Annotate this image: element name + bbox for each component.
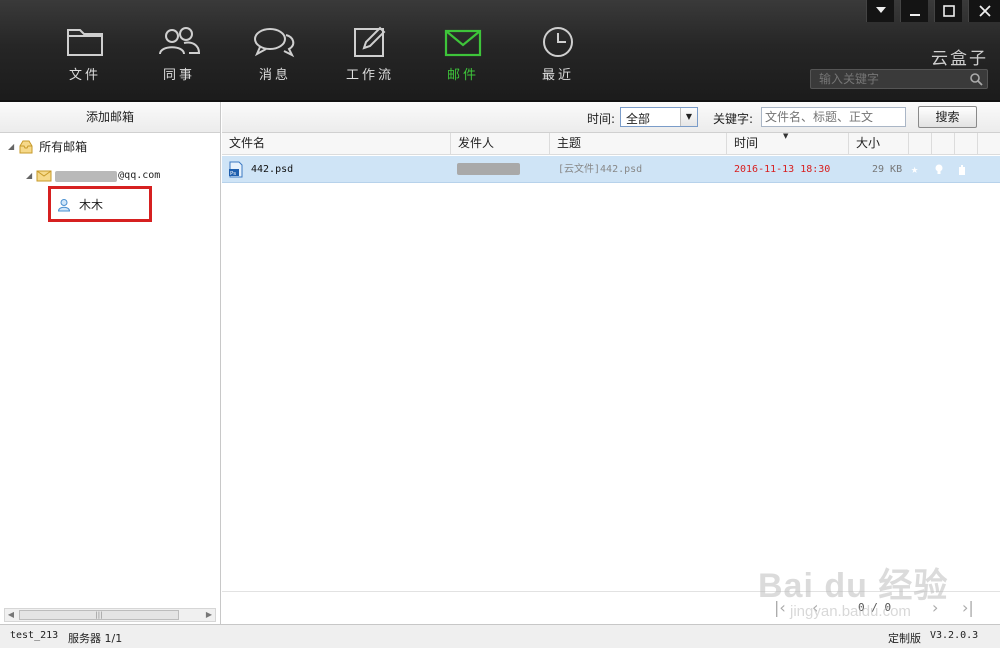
contacts-icon: [159, 27, 201, 55]
nav-messages[interactable]: 消息: [235, 26, 315, 83]
col-size[interactable]: 大小: [849, 133, 909, 154]
keyword-label: 关键字:: [713, 112, 754, 126]
time-filter-label: 时间:: [587, 112, 616, 126]
scroll-thumb[interactable]: |||: [19, 610, 179, 620]
nav-recent-label: 最近: [541, 68, 574, 83]
col-time: 时间: [734, 136, 759, 150]
mail-icon: [444, 29, 482, 57]
nav-recent[interactable]: 最近: [518, 26, 598, 83]
sidebar-horizontal-scrollbar[interactable]: ◀ ||| ▶: [4, 608, 216, 622]
watermark-logo: Bai du 经验: [758, 567, 949, 605]
col-flag[interactable]: [932, 133, 955, 154]
attachment-icon[interactable]: [958, 164, 966, 176]
window-menu-button[interactable]: [866, 0, 894, 22]
nav-workflow[interactable]: 工作流: [330, 26, 410, 83]
maximize-button[interactable]: [934, 0, 962, 22]
row-time: 2016-11-13 18:30: [734, 164, 831, 175]
nav-colleagues-label: 同事: [162, 68, 195, 83]
scroll-right-arrow-icon[interactable]: ▶: [203, 609, 215, 621]
scroll-left-arrow-icon[interactable]: ◀: [5, 609, 17, 621]
sidebar: 添加邮箱 ◢ 所有邮箱 ◢ @qq.com 木木 ◀ ||| ▶: [0, 102, 221, 624]
col-filename[interactable]: 文件名: [222, 133, 451, 154]
time-filter-value: 全部: [626, 112, 651, 126]
expand-triangle-icon[interactable]: ◢: [26, 166, 32, 186]
nav-workflow-label: 工作流: [345, 68, 394, 83]
row-size: 29 KB: [872, 164, 903, 175]
col-attach[interactable]: [955, 133, 978, 154]
close-icon: [978, 5, 991, 17]
brand-logo: 云盒子: [931, 49, 988, 69]
top-toolbar: 文件 同事 消息 工作流 邮件 最近 云盒子: [0, 0, 1000, 102]
chat-icon: [254, 28, 295, 58]
sort-desc-icon: ▼: [783, 132, 789, 140]
status-user: test_213: [10, 630, 59, 641]
clock-icon: [543, 27, 573, 57]
nav-files-label: 文件: [68, 68, 101, 83]
nav-files[interactable]: 文件: [45, 26, 125, 83]
tree-account[interactable]: ◢ @qq.com: [26, 166, 160, 186]
highlight-annotation-box: [48, 186, 152, 222]
nav-colleagues[interactable]: 同事: [139, 26, 219, 83]
search-icon[interactable]: [969, 72, 983, 86]
table-row[interactable]: Ps 442.psd [云文件]442.psd 2016-11-13 18:30…: [222, 156, 1000, 183]
top-search-input[interactable]: [811, 70, 961, 88]
minimize-icon: [909, 14, 920, 16]
tree-all-mailboxes[interactable]: ◢ 所有邮箱: [8, 137, 87, 157]
dropdown-arrow-icon[interactable]: ▼: [680, 108, 697, 126]
row-subject: [云文件]442.psd: [558, 164, 643, 175]
top-search-box[interactable]: [810, 69, 988, 89]
edit-icon: [354, 26, 386, 57]
search-button[interactable]: 搜索: [918, 106, 977, 128]
col-sender[interactable]: 发件人: [451, 133, 550, 154]
col-subject[interactable]: 主题: [550, 133, 727, 154]
filter-bar: 时间: 全部 ▼ 关键字: 搜索: [222, 102, 1000, 133]
row-filename: 442.psd: [251, 164, 294, 175]
add-mailbox-button[interactable]: 添加邮箱: [0, 102, 220, 133]
account-suffix: @qq.com: [118, 170, 161, 181]
close-button[interactable]: [968, 0, 1000, 22]
status-version: V3.2.0.3: [930, 630, 979, 641]
expand-triangle-icon[interactable]: ◢: [8, 137, 14, 157]
status-server: 服务器 1/1: [68, 632, 123, 645]
keyword-input[interactable]: [761, 107, 906, 127]
col-time-wrap[interactable]: 时间 ▼: [727, 133, 849, 154]
col-star[interactable]: [909, 133, 932, 154]
nav-messages-label: 消息: [258, 68, 291, 83]
time-filter-select[interactable]: 全部 ▼: [620, 107, 698, 127]
maximize-icon: [942, 5, 955, 17]
star-icon[interactable]: ★: [911, 156, 918, 183]
envelope-icon: [36, 170, 52, 182]
watermark-url: jingyan.baidu.com: [790, 603, 911, 620]
minimize-button[interactable]: [900, 0, 928, 22]
nav-mail-label: 邮件: [446, 68, 479, 83]
nav-mail[interactable]: 邮件: [423, 26, 503, 83]
folder-icon: [67, 29, 103, 56]
all-mailboxes-label: 所有邮箱: [39, 140, 88, 154]
last-page-icon[interactable]: ›|: [962, 598, 974, 617]
status-bar: test_213 服务器 1/1 定制版 V3.2.0.3: [0, 624, 1000, 648]
svg-text:Ps: Ps: [230, 171, 236, 177]
row-sender-redacted: [457, 163, 520, 175]
chevron-down-icon: [875, 7, 886, 13]
table-header: 文件名 发件人 主题 时间 ▼ 大小: [222, 133, 1000, 155]
status-edition: 定制版: [888, 632, 921, 645]
inbox-icon: [19, 140, 33, 154]
bulb-icon[interactable]: [934, 164, 944, 176]
psd-file-icon: Ps: [229, 161, 243, 178]
account-name-redacted: [55, 170, 118, 182]
